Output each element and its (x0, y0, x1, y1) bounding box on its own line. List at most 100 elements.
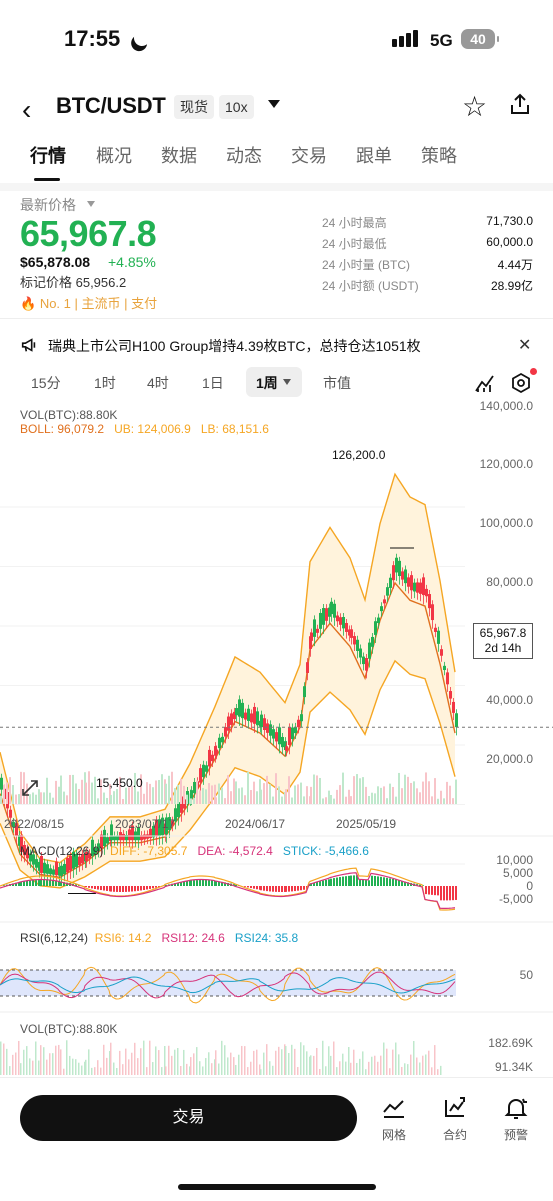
volume-bar-top (63, 792, 65, 804)
volume-bar-top (88, 771, 90, 804)
volume-bar-top (281, 797, 283, 804)
candle-body (221, 737, 224, 742)
tab-market[interactable]: 行情 (30, 142, 66, 168)
expand-icon[interactable] (20, 778, 40, 798)
volume-bar-top (428, 781, 430, 804)
candle-body (350, 629, 353, 638)
stat-low-label: 24 小时最低 (322, 235, 387, 252)
back-icon[interactable]: ‹ (22, 94, 31, 126)
candle-body (190, 790, 193, 798)
volume-bar-top (440, 791, 442, 804)
tab-underline (34, 178, 60, 181)
volume-bar-top (155, 780, 157, 804)
trade-button[interactable]: 交易 (20, 1095, 357, 1141)
candle-body (297, 720, 300, 727)
news-ticker[interactable]: 瑞典上市公司H100 Group增持4.39枚BTC，总持仓达1051枚 (48, 336, 421, 356)
macd-histogram-bar (319, 881, 321, 886)
macd-histogram-bar (362, 880, 364, 886)
volume-bar-bottom (125, 1049, 127, 1075)
volume-bar-bottom (398, 1054, 400, 1075)
volume-bar-bottom (269, 1061, 271, 1075)
candle-body (446, 672, 449, 684)
interval-marketcap[interactable]: 市值 (323, 373, 351, 393)
volume-bar-bottom (419, 1063, 421, 1075)
indicator-icon[interactable] (474, 372, 496, 394)
volume-bar-top (103, 793, 105, 804)
contract-button[interactable]: 合约 (433, 1096, 477, 1143)
volume-bar-bottom (26, 1046, 28, 1075)
macd-name: MACD(12,26,9) (20, 844, 103, 858)
grid-button[interactable]: 网格 (372, 1096, 416, 1143)
latest-price-caret-icon[interactable] (87, 201, 95, 207)
rsi-band (0, 970, 456, 996)
latest-price-label[interactable]: 最新价格 (20, 195, 76, 215)
macd-histogram-bar (260, 886, 262, 890)
candle-body (345, 623, 348, 632)
volume-bar-top (66, 795, 68, 804)
price-chart[interactable] (0, 400, 553, 1080)
volume-bar-top (263, 783, 265, 804)
volume-bar-top (365, 787, 367, 804)
pair-dropdown-icon[interactable] (268, 100, 280, 108)
tab-feed[interactable]: 动态 (226, 142, 262, 168)
macd-histogram-bar (49, 880, 51, 886)
close-icon[interactable]: ✕ (518, 335, 531, 355)
tab-strategy[interactable]: 策略 (421, 142, 457, 168)
candle-body (443, 666, 446, 670)
share-icon[interactable] (508, 92, 532, 116)
stat-volume-label: 24 小时量 (BTC) (322, 256, 410, 273)
macd-histogram-bar (339, 877, 341, 886)
candle-body (316, 629, 319, 633)
macd-histogram-bar (199, 880, 201, 886)
interval-15m[interactable]: 15分 (31, 373, 61, 393)
candle-body (306, 662, 309, 673)
volume-bar-top (455, 780, 457, 804)
macd-stick: STICK: -5,466.6 (283, 844, 369, 858)
volume-bar-top (69, 775, 71, 804)
volume-bar-bottom (6, 1049, 8, 1075)
interval-4h[interactable]: 4时 (147, 373, 169, 393)
candle-body (455, 713, 458, 727)
volume-bar-top (241, 787, 243, 804)
last-price-box[interactable]: 65,967.8 2d 14h (473, 623, 533, 659)
candle-body (263, 718, 266, 730)
favorite-star-icon[interactable]: ☆ (462, 90, 487, 123)
interval-1d[interactable]: 1日 (202, 373, 224, 393)
candle-body (416, 582, 419, 592)
volume-bar-top (300, 783, 302, 804)
candle-body (63, 864, 66, 874)
pair-title[interactable]: BTC/USDT (56, 93, 166, 119)
rsi-name: RSI(6,12,24) (20, 931, 88, 945)
volume-bar-bottom (383, 1043, 385, 1075)
volume-bar-top (446, 782, 448, 804)
rank-badges[interactable]: 🔥 No. 1 | 主流币 | 支付 (20, 293, 157, 312)
volume-bar-top (316, 775, 318, 804)
macd-histogram-bar (443, 886, 445, 900)
tab-copytrade[interactable]: 跟单 (356, 142, 392, 168)
volume-bar-bottom (437, 1069, 439, 1075)
candle-body (353, 636, 356, 644)
macd-histogram-bar (137, 886, 139, 891)
volume-bar-bottom (392, 1050, 394, 1075)
volume-bar-top (161, 774, 163, 804)
volume-bar-top (350, 796, 352, 804)
volume-bar-top (348, 790, 350, 804)
candle-body (215, 750, 218, 754)
chart-settings-icon[interactable] (510, 372, 532, 394)
alert-button[interactable]: 预警 (494, 1096, 538, 1143)
stat-high-value: 71,730.0 (486, 214, 533, 228)
macd-histogram-bar (398, 880, 400, 886)
candle-body (278, 727, 281, 744)
candle-body (401, 571, 404, 579)
tab-overview[interactable]: 概况 (96, 142, 132, 168)
candle-body (398, 561, 401, 576)
interval-dropdown-icon[interactable] (283, 379, 291, 385)
candle-body (407, 577, 410, 586)
tab-data[interactable]: 数据 (161, 142, 197, 168)
macd-histogram-bar (152, 886, 154, 888)
tab-trade[interactable]: 交易 (291, 142, 327, 168)
volume-bar-top (362, 777, 364, 804)
volume-bar-top (110, 795, 112, 804)
interval-1h[interactable]: 1时 (94, 373, 116, 393)
volume-bar-bottom (131, 1053, 133, 1075)
